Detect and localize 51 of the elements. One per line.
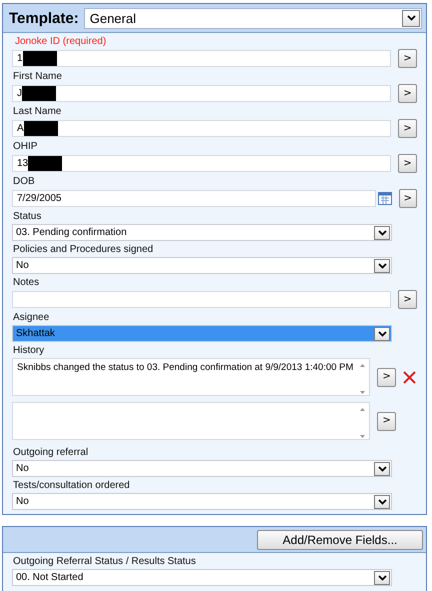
field-value: J <box>17 88 22 99</box>
dropdown-value: No <box>16 463 29 474</box>
field-label: Notes <box>12 276 40 290</box>
field-label: Policies and Procedures signed <box>12 243 154 257</box>
field-label: Jonoke ID (required) <box>14 35 108 49</box>
dropdown-value: 03. Pending confirmation <box>16 227 127 238</box>
dropdown[interactable]: No <box>12 460 392 477</box>
field-label: Tests/consultation ordered <box>12 479 131 493</box>
input-field[interactable]: 1 <box>12 50 392 67</box>
dropdown[interactable]: 00. Not Started <box>12 569 392 586</box>
input-field[interactable]: J <box>12 85 392 102</box>
calendar-icon[interactable] <box>378 192 392 205</box>
dropdown-value: No <box>16 496 29 507</box>
field-label: Outgoing Referral Status / Results Status <box>12 555 197 569</box>
dropdown-value: No <box>16 260 29 271</box>
input-field[interactable]: 7/29/2005 <box>12 190 376 207</box>
dropdown[interactable]: No <box>12 257 392 274</box>
input-field[interactable] <box>12 291 392 308</box>
next-button[interactable]: > <box>398 49 417 68</box>
next-button[interactable]: > <box>377 412 396 430</box>
field-label: DOB <box>12 175 36 189</box>
field-value: 7/29/2005 <box>17 193 62 204</box>
field-label: Status <box>12 210 42 224</box>
next-button[interactable]: > <box>398 189 417 208</box>
field-label: OHIP <box>12 140 38 154</box>
field-label: Last Name <box>12 105 62 119</box>
dropdown-value: Skhattak <box>16 328 55 339</box>
next-button[interactable]: > <box>398 119 417 138</box>
next-button[interactable]: > <box>398 290 417 309</box>
field-value: 13 <box>17 158 28 169</box>
field-label: Outgoing referral <box>12 446 90 460</box>
field-label: First Name <box>12 70 63 84</box>
template-dropdown[interactable]: General <box>84 8 422 28</box>
template-label: Template: <box>9 10 79 26</box>
dropdown[interactable]: No <box>12 493 392 510</box>
field-value: A <box>17 123 24 134</box>
text-area[interactable]: Sknibbs changed the status to 03. Pending confirmation at 9/9/2013 1:40:00 PM <box>12 358 370 396</box>
field-label: Asignee <box>12 311 50 325</box>
next-button[interactable]: > <box>377 368 396 386</box>
field-label: History <box>12 344 46 358</box>
next-button[interactable]: > <box>398 154 417 173</box>
add-remove-fields-button[interactable]: Add/Remove Fields... <box>257 530 423 550</box>
input-field[interactable]: A <box>12 120 392 137</box>
dropdown[interactable]: Skhattak <box>12 325 392 342</box>
dropdown-value: 00. Not Started <box>16 572 84 583</box>
input-field[interactable]: 13 <box>12 155 392 172</box>
dropdown[interactable]: 03. Pending confirmation <box>12 224 392 241</box>
next-button[interactable]: > <box>398 84 417 103</box>
history-text: Sknibbs changed the status to 03. Pending confirmation at 9/9/2013 1:40:00 PM <box>17 361 354 374</box>
field-value: 1 <box>17 53 23 64</box>
delete-icon[interactable] <box>403 370 416 384</box>
